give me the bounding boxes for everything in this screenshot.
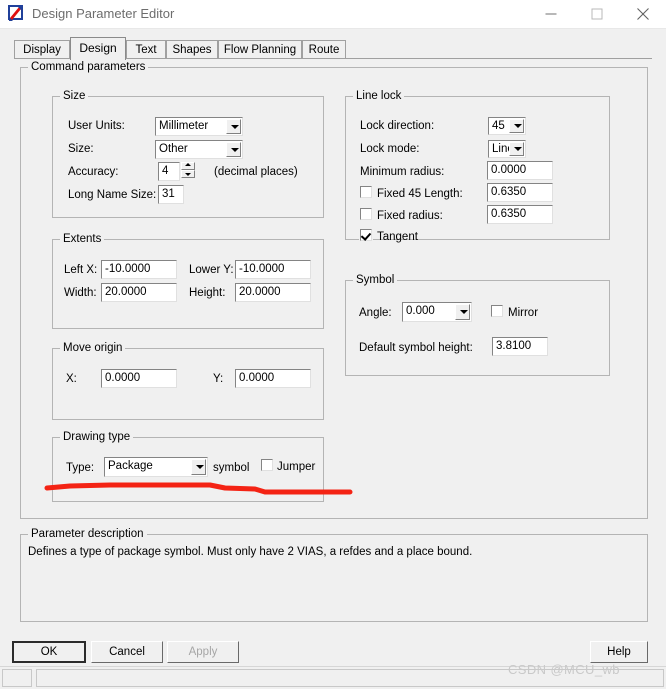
chevron-down-icon[interactable] [226, 119, 241, 134]
jumper-checkbox[interactable] [261, 459, 273, 471]
chevron-down-icon[interactable] [509, 142, 524, 156]
stepper-up-icon[interactable] [181, 162, 195, 170]
width-label: Width: [64, 287, 97, 299]
title-bar: Design Parameter Editor [0, 0, 666, 29]
app-icon [8, 5, 26, 23]
accuracy-label: Accuracy: [68, 166, 119, 178]
minimize-icon [546, 9, 557, 20]
tab-strip: Display Design Text Shapes Flow Planning… [14, 37, 652, 59]
accuracy-suffix-label: (decimal places) [214, 166, 298, 178]
user-units-combo[interactable]: Millimeter [155, 117, 243, 136]
jumper-label: Jumper [277, 461, 315, 473]
group-symbol-label: Symbol [353, 274, 397, 286]
drawing-type-suffix-label: symbol [213, 462, 249, 474]
fixed-radius-label: Fixed radius: [377, 210, 443, 222]
window-title: Design Parameter Editor [32, 6, 174, 21]
chevron-down-icon[interactable] [455, 304, 470, 320]
tab-route[interactable]: Route [302, 40, 346, 59]
height-label: Height: [189, 287, 225, 299]
minimum-radius-label: Minimum radius: [360, 166, 444, 178]
move-origin-x-label: X: [66, 373, 77, 385]
drawing-type-label: Type: [66, 462, 94, 474]
size-combo[interactable]: Other [155, 140, 243, 159]
help-button[interactable]: Help [590, 641, 648, 663]
group-drawing-type-label: Drawing type [60, 431, 133, 443]
drawing-type-combo[interactable]: Package [104, 457, 208, 477]
ok-button[interactable]: OK [12, 641, 86, 663]
fixed-45-length-input[interactable]: 0.6350 [487, 183, 553, 202]
fixed-radius-input[interactable]: 0.6350 [487, 205, 553, 224]
mirror-label: Mirror [508, 307, 538, 319]
group-move-origin-label: Move origin [60, 342, 125, 354]
angle-label: Angle: [359, 307, 392, 319]
cancel-button[interactable]: Cancel [91, 641, 163, 663]
status-cell-left [2, 669, 32, 687]
default-symbol-height-label: Default symbol height: [359, 342, 473, 354]
minimize-button[interactable] [528, 0, 574, 28]
group-size-label: Size [60, 90, 88, 102]
tangent-label: Tangent [377, 231, 418, 243]
angle-value: 0.000 [406, 304, 435, 319]
stepper-down-icon[interactable] [181, 170, 195, 178]
maximize-button[interactable] [574, 0, 620, 28]
apply-button: Apply [167, 641, 239, 663]
angle-combo[interactable]: 0.000 [402, 302, 472, 322]
tab-display[interactable]: Display [14, 40, 70, 59]
width-input[interactable]: 20.0000 [101, 283, 177, 302]
drawing-type-value: Package [108, 459, 153, 474]
tab-flow-planning[interactable]: Flow Planning [218, 40, 302, 59]
accuracy-input[interactable]: 4 [158, 162, 180, 181]
close-button[interactable] [620, 0, 666, 28]
watermark-text: CSDN @MCU_wb [508, 662, 620, 677]
fixed-45-length-label: Fixed 45 Length: [377, 188, 463, 200]
group-extents-label: Extents [60, 233, 104, 245]
move-origin-x-input[interactable]: 0.0000 [101, 369, 177, 388]
default-symbol-height-input[interactable]: 3.8100 [492, 337, 548, 356]
lock-mode-combo[interactable]: Line [488, 140, 526, 158]
group-parameter-description-label: Parameter description [28, 528, 147, 540]
height-input[interactable]: 20.0000 [235, 283, 311, 302]
left-x-label: Left X: [64, 264, 97, 276]
lower-y-label: Lower Y: [189, 264, 234, 276]
lock-direction-combo[interactable]: 45 [488, 117, 526, 135]
move-origin-y-input[interactable]: 0.0000 [235, 369, 311, 388]
close-icon [637, 8, 649, 20]
lock-mode-label: Lock mode: [360, 143, 419, 155]
group-command-parameters-label: Command parameters [28, 61, 148, 73]
parameter-description-text: Defines a type of package symbol. Must o… [28, 546, 472, 558]
chevron-down-icon[interactable] [191, 459, 206, 475]
size-value: Other [159, 142, 188, 157]
group-line-lock-label: Line lock [353, 90, 404, 102]
lower-y-input[interactable]: -10.0000 [235, 260, 311, 279]
long-name-size-input[interactable]: 31 [158, 185, 184, 204]
chevron-down-icon[interactable] [509, 119, 524, 133]
accuracy-stepper[interactable] [181, 162, 195, 180]
lock-direction-value: 45 [492, 119, 505, 134]
mirror-checkbox[interactable] [491, 305, 503, 317]
user-units-value: Millimeter [159, 119, 208, 134]
lock-direction-label: Lock direction: [360, 120, 434, 132]
fixed-radius-checkbox[interactable] [360, 208, 372, 220]
move-origin-y-label: Y: [213, 373, 223, 385]
tab-design[interactable]: Design [70, 37, 126, 60]
chevron-down-icon[interactable] [226, 142, 241, 157]
left-x-input[interactable]: -10.0000 [101, 260, 177, 279]
tangent-checkbox[interactable] [360, 229, 372, 241]
maximize-icon [592, 9, 603, 20]
tab-shapes[interactable]: Shapes [166, 40, 218, 59]
long-name-size-label: Long Name Size: [68, 189, 156, 201]
tab-text[interactable]: Text [126, 40, 166, 59]
group-symbol: Symbol [345, 280, 610, 376]
user-units-label: User Units: [68, 120, 125, 132]
fixed-45-length-checkbox[interactable] [360, 186, 372, 198]
minimum-radius-input[interactable]: 0.0000 [487, 161, 553, 180]
size-label: Size: [68, 143, 94, 155]
